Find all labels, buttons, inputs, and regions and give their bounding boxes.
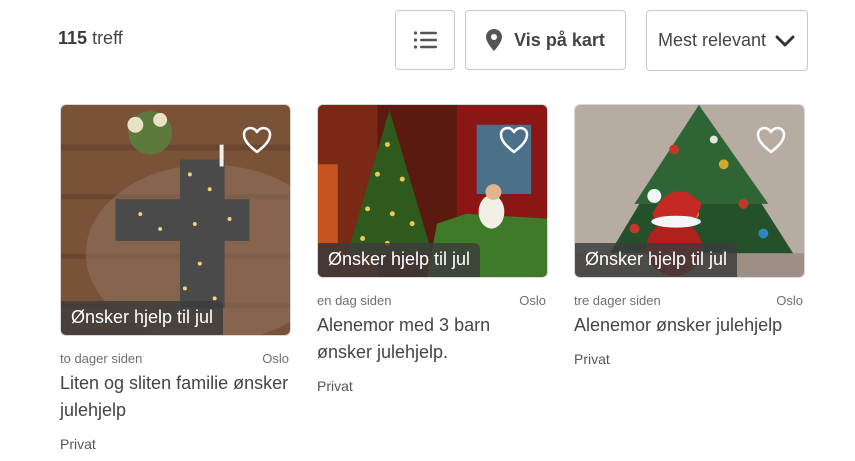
listing-age: to dager siden: [60, 351, 143, 366]
listing-age: en dag siden: [317, 293, 392, 308]
listing-card[interactable]: Ønsker hjelp til jul tre dager siden Osl…: [574, 104, 805, 367]
listing-meta: to dager siden Oslo: [60, 351, 291, 366]
listing-image[interactable]: Ønsker hjelp til jul: [60, 104, 291, 336]
listing-image[interactable]: Ønsker hjelp til jul: [317, 104, 548, 278]
results-count: 115 treff: [58, 28, 123, 49]
heart-icon[interactable]: [242, 126, 272, 154]
listing-location: Oslo: [262, 351, 289, 366]
listing-badge: Ønsker hjelp til jul: [575, 243, 738, 277]
sort-select[interactable]: Mest relevant: [646, 10, 808, 71]
listing-title[interactable]: Alenemor med 3 barn ønsker julehjelp.: [317, 312, 548, 366]
listing-title[interactable]: Liten og sliten familie ønsker julehjelp: [60, 370, 291, 424]
heart-icon[interactable]: [756, 126, 786, 154]
listing-card[interactable]: Ønsker hjelp til jul en dag siden Oslo A…: [317, 104, 548, 394]
listing-meta: en dag siden Oslo: [317, 293, 548, 308]
list-icon: [413, 31, 437, 49]
results-count-label: treff: [92, 28, 123, 48]
listing-title[interactable]: Alenemor ønsker julehjelp: [574, 312, 805, 339]
listing-badge: Ønsker hjelp til jul: [318, 243, 481, 277]
results-count-number: 115: [58, 28, 88, 48]
listing-seller: Privat: [574, 351, 610, 367]
listing-location: Oslo: [519, 293, 546, 308]
listing-image[interactable]: Ønsker hjelp til jul: [574, 104, 805, 278]
heart-icon[interactable]: [499, 126, 529, 154]
listing-age: tre dager siden: [574, 293, 661, 308]
list-view-button[interactable]: [395, 10, 455, 70]
sort-select-value: Mest relevant: [658, 30, 767, 50]
show-on-map-button[interactable]: Vis på kart: [465, 10, 626, 70]
listing-seller: Privat: [60, 436, 96, 452]
listing-card[interactable]: Ønsker hjelp til jul to dager siden Oslo…: [60, 104, 291, 452]
show-on-map-label: Vis på kart: [514, 29, 605, 50]
chevron-down-icon: [775, 35, 795, 47]
map-pin-icon: [486, 29, 503, 51]
listing-seller: Privat: [317, 378, 353, 394]
listing-badge: Ønsker hjelp til jul: [61, 301, 224, 335]
listing-location: Oslo: [776, 293, 803, 308]
listing-meta: tre dager siden Oslo: [574, 293, 805, 308]
